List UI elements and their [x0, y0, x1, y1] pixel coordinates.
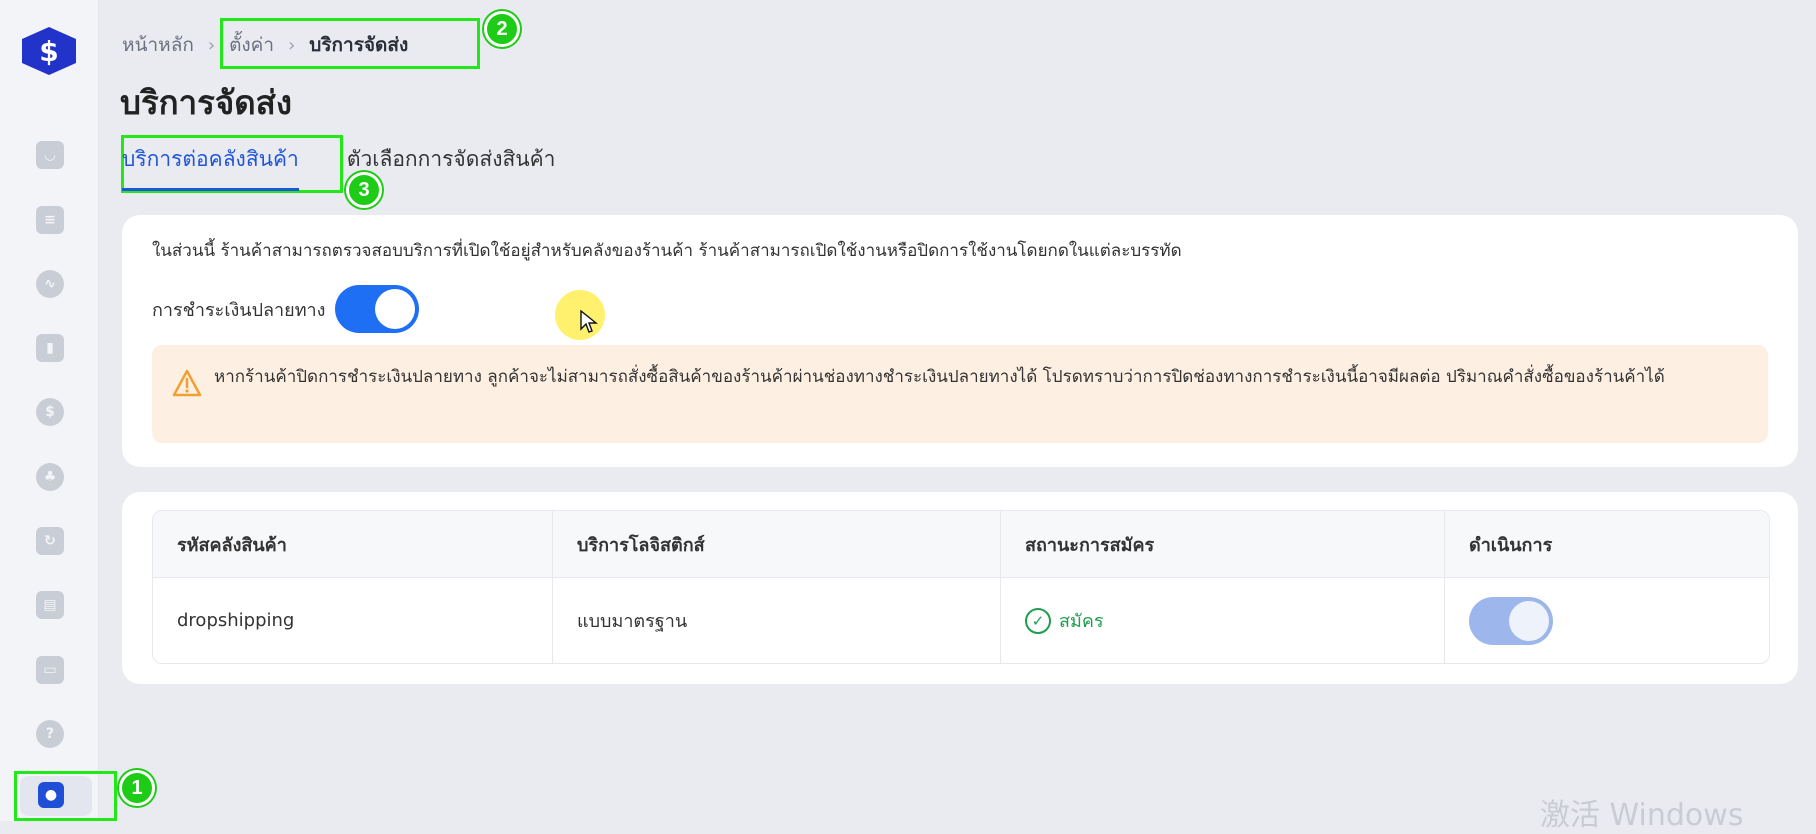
- cell-logistics-service: แบบมาตรฐาน: [553, 578, 1001, 663]
- header-registration-status: สถานะการสมัคร: [1001, 511, 1445, 577]
- cod-settings-card: ในส่วนนี้ ร้านค้าสามารถตรวจสอบบริการที่เ…: [122, 215, 1798, 467]
- windows-activation-watermark: 激活 Windows: [1540, 798, 1744, 833]
- breadcrumb-home[interactable]: หน้าหลัก: [122, 30, 194, 60]
- nav-analytics-icon[interactable]: ∿: [36, 270, 64, 298]
- warehouse-service-toggle[interactable]: [1469, 596, 1553, 645]
- marker-box-1: [14, 771, 117, 821]
- status-text: สมัคร: [1059, 611, 1104, 632]
- tab-shipping-options[interactable]: ตัวเลือกการจัดส่งสินค้า: [347, 143, 556, 191]
- tab-warehouse-services[interactable]: บริการต่อคลังสินค้า: [122, 143, 299, 191]
- app-logo-icon[interactable]: $: [18, 25, 80, 77]
- marker-2: 2: [484, 11, 520, 47]
- nav-store-icon[interactable]: ▤: [36, 591, 64, 619]
- warehouse-table-card: รหัสคลังสินค้า บริการโลจิสติกส์ สถานะการ…: [122, 492, 1798, 684]
- warehouse-table: รหัสคลังสินค้า บริการโลจิสติกส์ สถานะการ…: [152, 510, 1770, 664]
- section-description: ในส่วนนี้ ร้านค้าสามารถตรวจสอบบริการที่เ…: [152, 241, 1182, 261]
- check-circle-icon: ✓: [1025, 607, 1051, 634]
- breadcrumb: หน้าหลัก › ตั้งค่า › บริการจัดส่ง: [122, 30, 408, 60]
- marker-1: 1: [119, 770, 155, 806]
- cell-status: ✓ สมัคร: [1001, 578, 1445, 663]
- nav-shop-bag-icon[interactable]: ◡: [36, 141, 64, 169]
- table-header: รหัสคลังสินค้า บริการโลจิสติกส์ สถานะการ…: [153, 511, 1769, 578]
- breadcrumb-chevron-icon: ›: [207, 34, 216, 56]
- header-warehouse-code: รหัสคลังสินค้า: [153, 511, 553, 577]
- cod-toggle[interactable]: [335, 285, 420, 333]
- table-row: dropshipping แบบมาตรฐาน ✓ สมัคร: [153, 578, 1769, 663]
- header-logistics-service: บริการโลจิสติกส์: [553, 511, 1001, 577]
- svg-text:$: $: [39, 35, 58, 68]
- nav-help-icon[interactable]: ?: [36, 720, 64, 748]
- page-title: บริการจัดส่ง: [120, 83, 292, 122]
- cell-warehouse-code: dropshipping: [153, 578, 553, 663]
- warning-icon: [172, 369, 202, 397]
- header-action: ดำเนินการ: [1469, 534, 1553, 556]
- tab-bar: บริการต่อคลังสินค้า ตัวเลือกการจัดส่งสิน…: [122, 143, 555, 191]
- breadcrumb-current: บริการจัดส่ง: [309, 34, 409, 56]
- nav-orders-icon[interactable]: ≡: [36, 206, 64, 234]
- nav-growth-icon[interactable]: ♣: [36, 463, 64, 491]
- sidebar: $ ◡ ≡ ∿ ▮ $ ♣ ↻ ▤ ▭ ? ●: [0, 0, 99, 821]
- mouse-cursor-icon: [580, 310, 598, 333]
- cell-action: [1445, 578, 1769, 663]
- cod-toggle-row: การชำระเงินปลายทาง: [152, 285, 420, 333]
- breadcrumb-settings[interactable]: ตั้งค่า: [229, 30, 274, 60]
- cod-toggle-label: การชำระเงินปลายทาง: [152, 299, 326, 321]
- nav-finance-icon[interactable]: $: [36, 398, 64, 426]
- nav-reports-icon[interactable]: ▮: [36, 334, 64, 362]
- toggle-knob: [375, 289, 416, 329]
- nav-returns-icon[interactable]: ↻: [36, 527, 64, 555]
- breadcrumb-chevron-icon: ›: [288, 34, 296, 56]
- nav-wallet-icon[interactable]: ▭: [36, 656, 64, 684]
- status-badge: ✓ สมัคร: [1025, 606, 1104, 635]
- warning-banner: หากร้านค้าปิดการชำระเงินปลายทาง ลูกค้าจะ…: [152, 345, 1768, 443]
- warning-text: หากร้านค้าปิดการชำระเงินปลายทาง ลูกค้าจะ…: [214, 367, 1665, 387]
- toggle-knob: [1509, 600, 1549, 641]
